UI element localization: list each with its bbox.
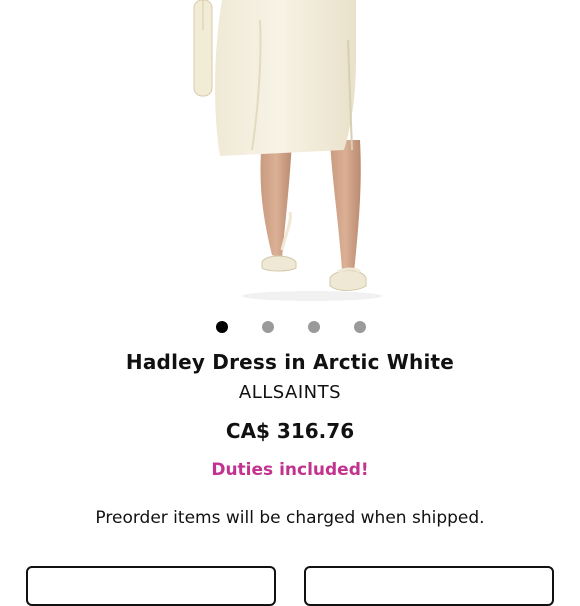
dress-photo xyxy=(193,0,382,301)
carousel-dot-4[interactable] xyxy=(354,321,366,333)
preorder-note: Preorder items will be charged when ship… xyxy=(95,508,485,528)
carousel-dot-1[interactable] xyxy=(216,321,228,333)
product-price: CA$ 316.76 xyxy=(225,419,355,443)
duties-note: Duties included! xyxy=(211,460,369,480)
product-title: Hadley Dress in Arctic White xyxy=(125,350,455,374)
option-button-left[interactable] xyxy=(26,566,276,606)
option-button-right[interactable] xyxy=(304,566,554,606)
product-image[interactable] xyxy=(0,0,580,305)
carousel-dot-3[interactable] xyxy=(308,321,320,333)
brand-name[interactable]: ALLSAINTS xyxy=(0,382,580,403)
carousel-dots xyxy=(0,321,580,335)
carousel-dot-2[interactable] xyxy=(262,321,274,333)
